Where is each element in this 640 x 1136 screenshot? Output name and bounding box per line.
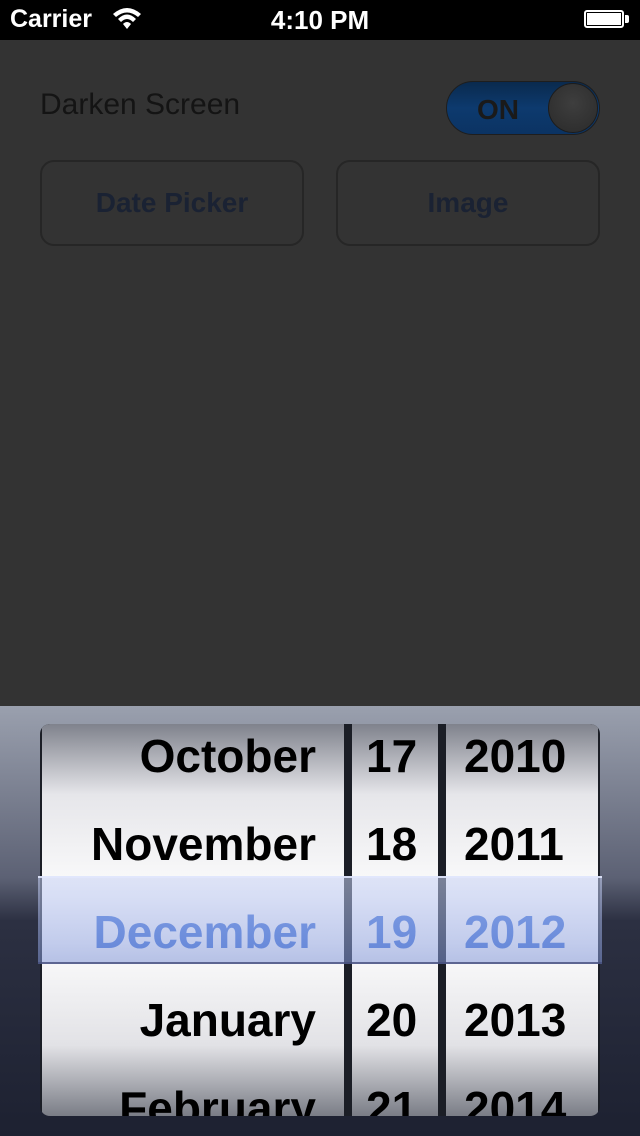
date-picker: OctoberNovemberDecemberJanuaryFebruary 1… (0, 706, 640, 1136)
battery-icon (584, 10, 630, 28)
darken-screen-toggle[interactable]: ON (446, 81, 600, 135)
picker-selection-indicator (38, 876, 602, 964)
year-item[interactable]: 2014 (464, 1064, 566, 1116)
month-item[interactable]: January (140, 976, 316, 1064)
day-item[interactable]: 20 (366, 976, 417, 1064)
month-item[interactable]: October (140, 724, 316, 800)
darken-screen-label: Darken Screen (40, 88, 241, 121)
day-item[interactable]: 18 (366, 800, 417, 888)
status-bar: Carrier 4:10 PM (0, 0, 640, 40)
month-item[interactable]: February (119, 1064, 316, 1116)
main-content: Darken Screen ON Date Picker Image (0, 40, 640, 706)
month-item[interactable]: November (91, 800, 316, 888)
year-item[interactable]: 2013 (464, 976, 566, 1064)
date-picker-button[interactable]: Date Picker (40, 160, 304, 246)
year-item[interactable]: 2011 (464, 800, 564, 888)
clock: 4:10 PM (270, 5, 370, 35)
image-button[interactable]: Image (336, 160, 600, 246)
toggle-knob (548, 83, 598, 133)
day-item[interactable]: 21 (366, 1064, 417, 1116)
year-item[interactable]: 2010 (464, 724, 566, 800)
toggle-state-label: ON (477, 94, 519, 125)
day-item[interactable]: 17 (366, 724, 417, 800)
